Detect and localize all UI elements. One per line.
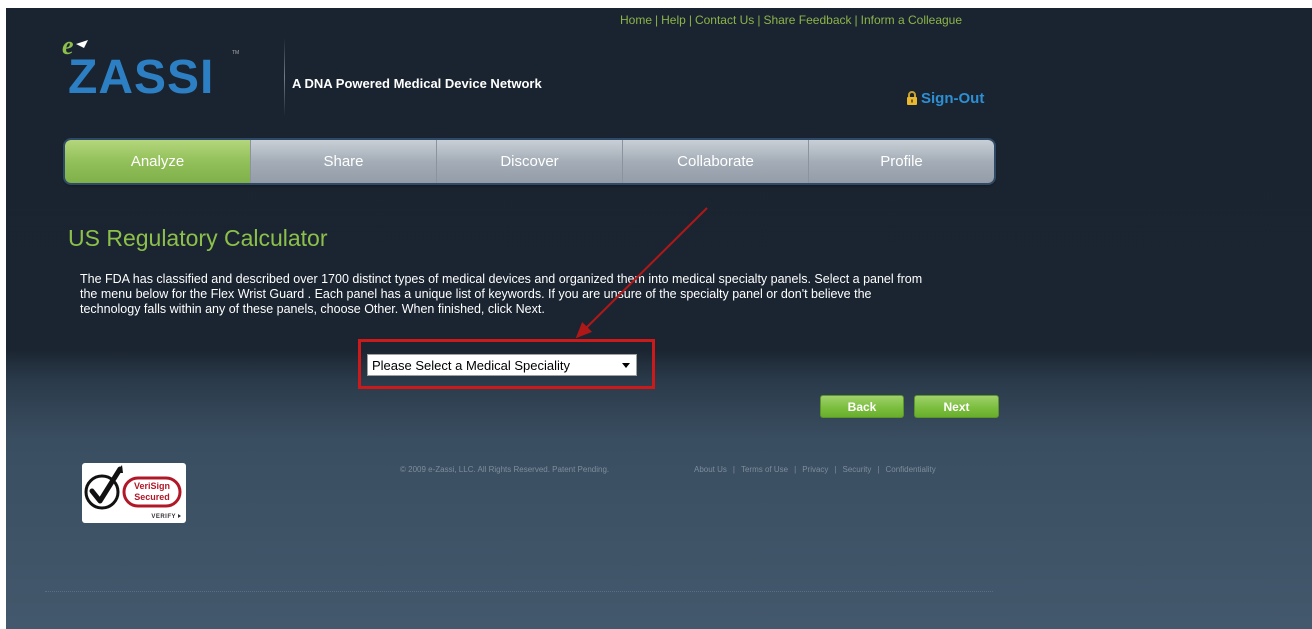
footer-link-privacy[interactable]: Privacy — [802, 465, 828, 474]
tab-collaborate[interactable]: Collaborate — [622, 140, 808, 183]
lock-icon — [907, 91, 917, 105]
top-link-contact-us[interactable]: Contact Us — [695, 13, 754, 27]
logo-divider — [284, 38, 285, 116]
page-left-border — [0, 0, 6, 629]
footer-link-confidentiality[interactable]: Confidentiality — [885, 465, 935, 474]
footer-divider — [45, 591, 993, 592]
back-button[interactable]: Back — [820, 395, 904, 418]
next-button[interactable]: Next — [914, 395, 999, 418]
logo-swoosh — [76, 40, 88, 48]
verisign-line2: Secured — [134, 492, 170, 502]
top-link-help[interactable]: Help — [661, 13, 686, 27]
footer-link-security[interactable]: Security — [843, 465, 872, 474]
tab-discover[interactable]: Discover — [436, 140, 622, 183]
top-links: Home | Help | Contact Us | Share Feedback | Info… — [620, 13, 963, 27]
tagline: A DNA Powered Medical Device Network — [292, 76, 542, 91]
verisign-line1: VeriSign — [134, 481, 170, 491]
verisign-verify: VERIFY — [151, 514, 176, 520]
sign-out-label: Sign-Out — [921, 90, 985, 107]
footer-link-terms[interactable]: Terms of Use — [741, 465, 788, 474]
tab-share[interactable]: Share — [250, 140, 436, 183]
tab-profile[interactable]: Profile — [808, 140, 994, 183]
verisign-check-icon: VeriSign Secured VERIFY — [84, 465, 182, 520]
verisign-seal[interactable]: VeriSign Secured VERIFY — [82, 463, 186, 523]
footer-copyright: © 2009 e-Zassi, LLC. All Rights Reserved… — [400, 465, 610, 474]
main-nav: Analyze Share Discover Collaborate Profi… — [65, 140, 994, 183]
top-link-inform-colleague[interactable]: Inform a Colleague — [861, 13, 962, 27]
logo-tm: TM — [232, 50, 239, 56]
dropdown-arrow-icon — [622, 363, 630, 368]
footer-links: About Us | Terms of Use | Privacy | Security | C… — [694, 465, 936, 474]
tab-analyze[interactable]: Analyze — [65, 140, 250, 183]
logo-zassi-text: ZASSI — [68, 51, 214, 100]
top-link-home[interactable]: Home — [620, 13, 652, 27]
page-description: The FDA has classified and described ove… — [80, 272, 923, 316]
sign-out-link[interactable]: Sign-Out — [906, 90, 984, 107]
page-top-border — [0, 0, 1312, 8]
top-link-share-feedback[interactable]: Share Feedback — [763, 13, 851, 27]
footer-link-about-us[interactable]: About Us — [694, 465, 727, 474]
page-title: US Regulatory Calculator — [68, 225, 328, 251]
medical-specialty-select[interactable]: Please Select a Medical Speciality — [367, 354, 637, 376]
ezassi-logo[interactable]: e ZASSI TM — [60, 30, 260, 100]
medical-specialty-select-value: Please Select a Medical Speciality — [372, 357, 570, 373]
